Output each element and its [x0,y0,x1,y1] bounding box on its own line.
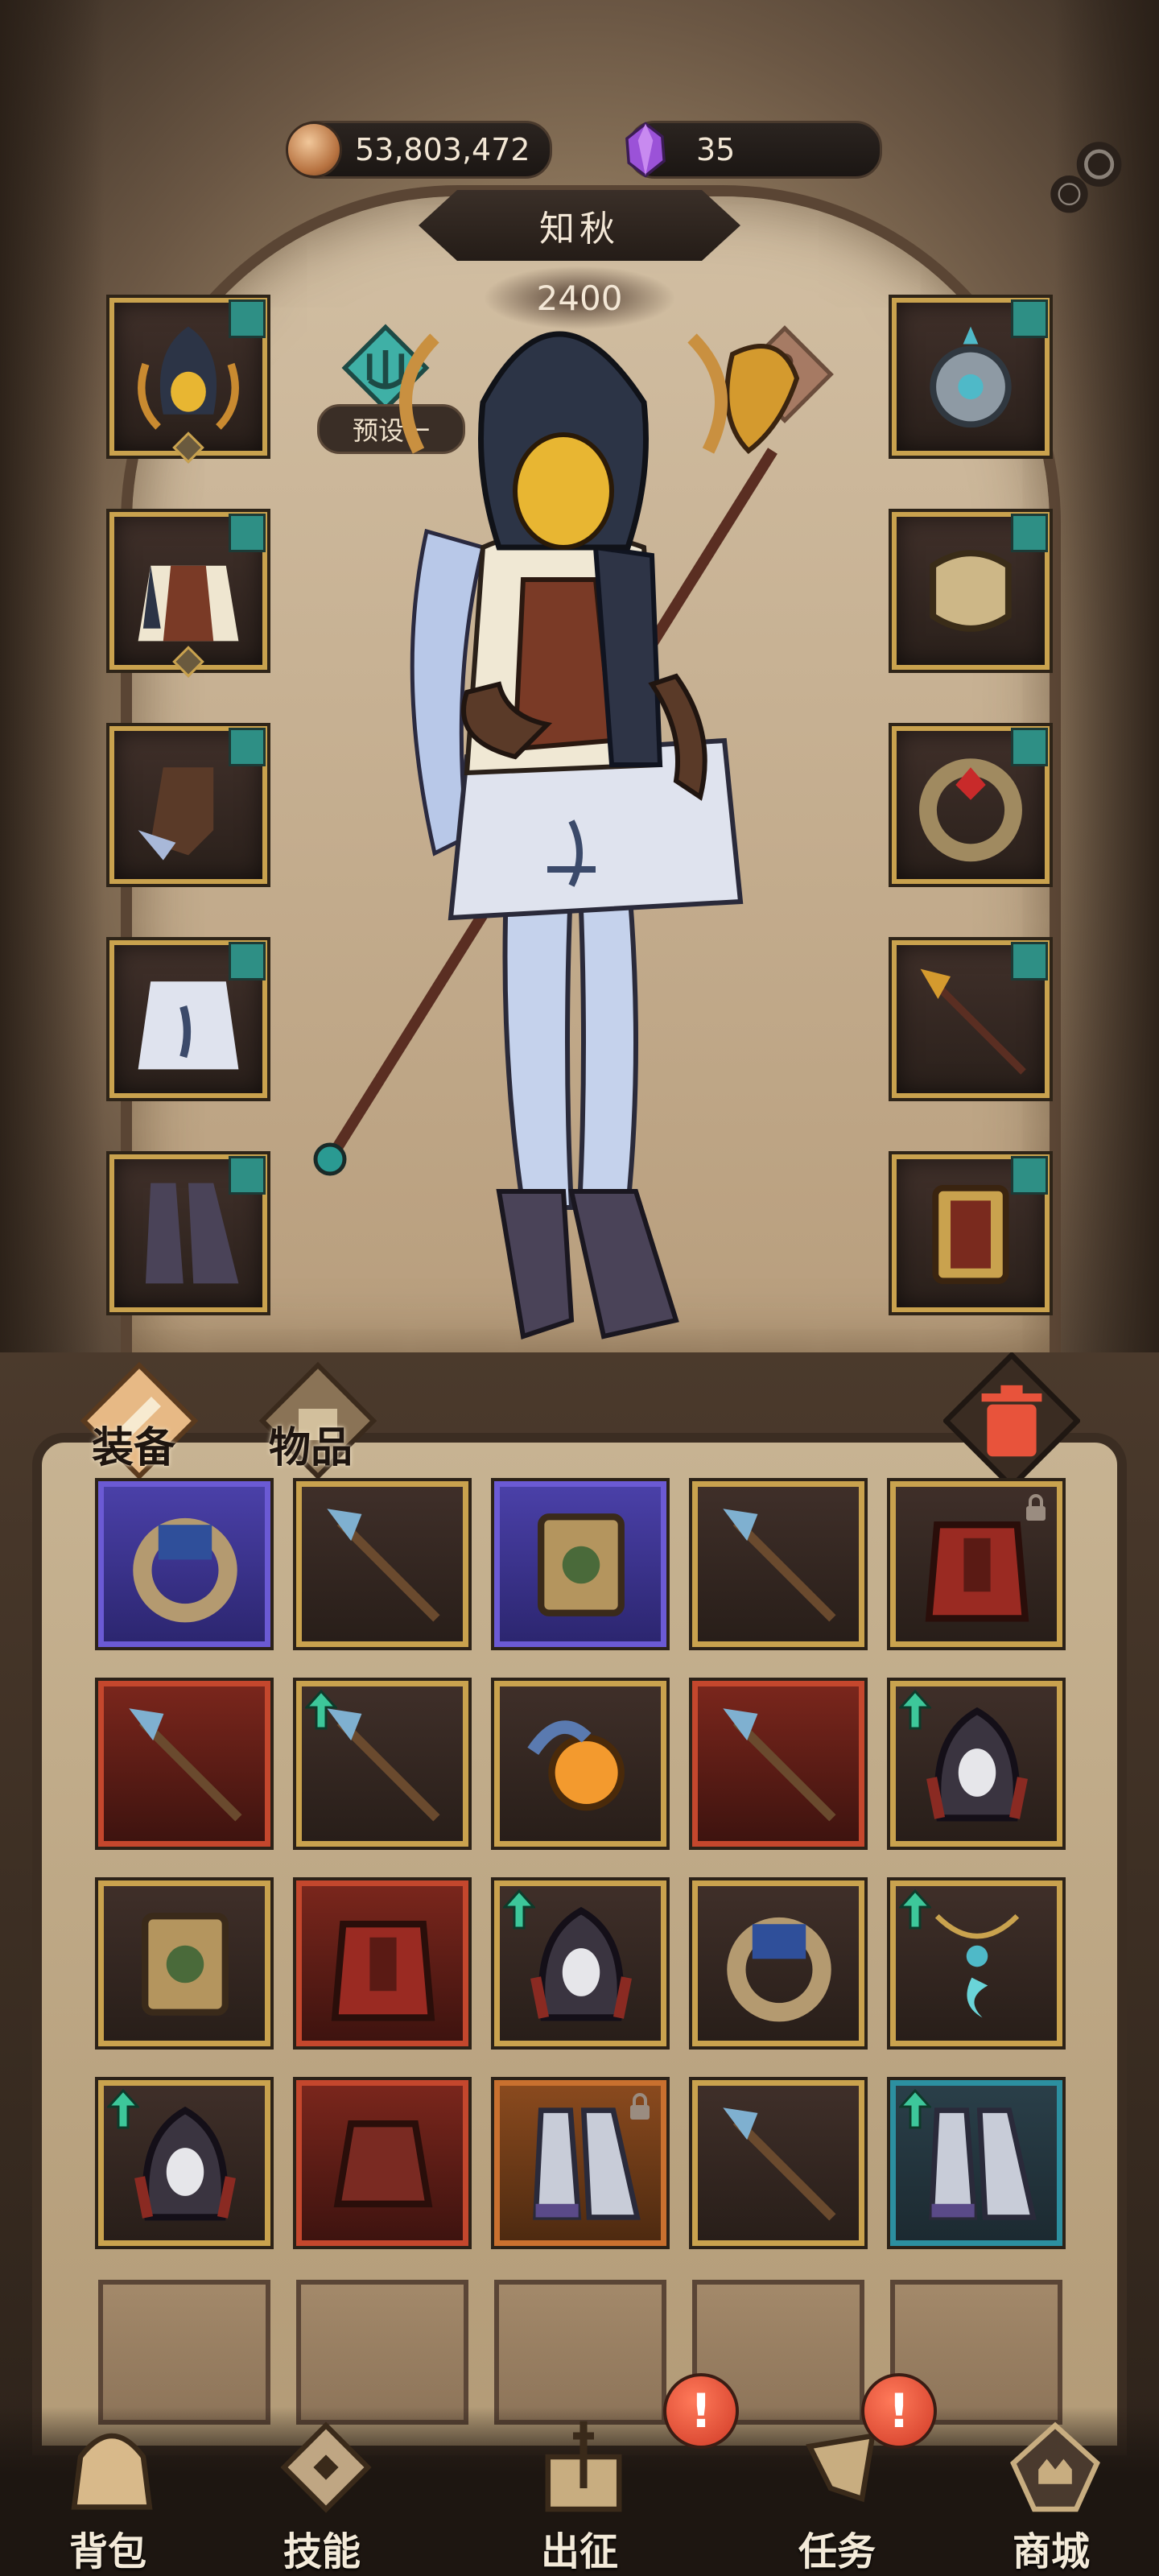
inventory-grid [98,1481,1080,2425]
orb-icon [527,1720,625,1811]
nav-bag[interactable]: 背包 [27,2407,188,2576]
equip-slot-ring[interactable] [892,726,1050,884]
equip-tag-icon [1011,942,1048,980]
tab-items[interactable]: 物品 [269,1414,353,1474]
nav-shop-label: 商城 [1012,2529,1090,2574]
staff-icon [723,2107,836,2221]
upgrade-arrow-icon [107,2089,139,2129]
staff-icon [723,1708,836,1822]
inventory-slot-empty [98,2280,270,2425]
inventory-slot[interactable] [890,2080,1062,2246]
inventory-slot[interactable] [692,2080,864,2246]
inventory-slot[interactable] [98,1681,270,1847]
staff-icon [723,1509,836,1622]
equip-slot-hands[interactable] [109,726,267,884]
equip-tag-icon [1011,728,1048,766]
quests-alert-badge: ! [861,2373,937,2449]
inventory-slot[interactable] [296,1681,468,1847]
inventory-slot[interactable] [890,1880,1062,2046]
equip-tag-icon [1011,299,1048,338]
equip-slot-gloves[interactable] [892,512,1050,670]
nav-expedition-label: 出征 [540,2529,618,2574]
gold-amount: 53,803,472 [355,132,530,167]
upgrade-arrow-icon [503,1889,535,1930]
gold-coin-icon [286,122,342,178]
inventory-slot[interactable] [494,2080,666,2246]
equip-tag-icon [1011,1156,1048,1195]
skills-book-icon [280,2421,372,2513]
expedition-alert-badge: ! [663,2373,739,2449]
gold-currency[interactable]: 53,803,472 [286,121,552,179]
equip-slot-amulet[interactable] [892,298,1050,456]
equip-tag-icon [229,1156,266,1195]
equip-tag-icon [229,728,266,766]
hat-icon [333,2120,433,2207]
book-icon [142,1913,229,2016]
hero-character [313,331,800,1340]
inventory-slot[interactable] [296,2080,468,2246]
inventory-slot-empty [494,2280,666,2425]
inventory-slot[interactable] [494,1481,666,1647]
inventory-slot-empty [296,2280,468,2425]
inventory-slot[interactable] [890,1681,1062,1847]
lock-icon [1026,1494,1046,1521]
upgrade-arrow-icon [899,1690,931,1730]
equip-tag-icon [229,299,266,338]
upgrade-arrow-icon [899,2089,931,2129]
inventory-slot[interactable] [296,1481,468,1647]
ring-icon [727,1917,831,2022]
equip-slot-feet[interactable] [109,1154,267,1312]
equip-slot-offhand[interactable] [892,1154,1050,1312]
shop-crown-icon [1010,2421,1100,2512]
gem-currency[interactable]: 35 [625,121,882,179]
nav-skills-label: 技能 [283,2529,361,2574]
tab-equipment[interactable]: 装备 [92,1414,175,1474]
inventory-slot[interactable] [98,1481,270,1647]
inventory-slot[interactable] [98,1880,270,2046]
lock-icon [630,2093,650,2120]
upgrade-arrow-icon [305,1690,337,1730]
inventory-slot[interactable] [692,1681,864,1847]
inventory-slot[interactable] [692,1880,864,2046]
trash-icon[interactable] [943,1352,1080,1489]
bag-icon [71,2433,153,2510]
book-icon [538,1513,625,1616]
staff-icon [327,1509,440,1622]
hero-name: 知秋 [539,208,620,250]
settings-gear-icon[interactable] [1043,129,1136,222]
inventory-slot[interactable] [692,1481,864,1647]
staff-icon [129,1708,242,1822]
equip-tag-icon [1011,514,1048,552]
inventory-slot[interactable] [98,2080,270,2246]
equip-slot-head[interactable] [109,298,267,464]
equip-tag-icon [229,942,266,980]
equip-slot-legs[interactable] [109,940,267,1098]
ring-icon [133,1517,237,1623]
inventory-slot[interactable] [296,1880,468,2046]
nav-skills[interactable]: 技能 [241,2407,402,2576]
gem-amount: 35 [696,132,736,167]
upgrade-arrow-icon [899,1889,931,1930]
purple-gem-icon [625,122,666,178]
nav-expedition[interactable]: 出征 [499,2407,660,2576]
nav-shop[interactable]: 商城 [971,2407,1132,2576]
equip-tag-icon [229,514,266,552]
nav-bag-label: 背包 [68,2529,146,2574]
armor-icon [331,1921,435,2021]
expedition-scroll-icon [545,2421,622,2512]
nav-quests-label: 任务 [798,2529,876,2574]
inventory-slot[interactable] [494,1880,666,2046]
inventory-slot[interactable] [890,1481,1062,1647]
hero-name-plate: 知秋 [419,190,740,261]
equip-slot-weapon[interactable] [892,940,1050,1098]
equip-slot-chest[interactable] [109,512,267,678]
inventory-slot[interactable] [494,1681,666,1847]
